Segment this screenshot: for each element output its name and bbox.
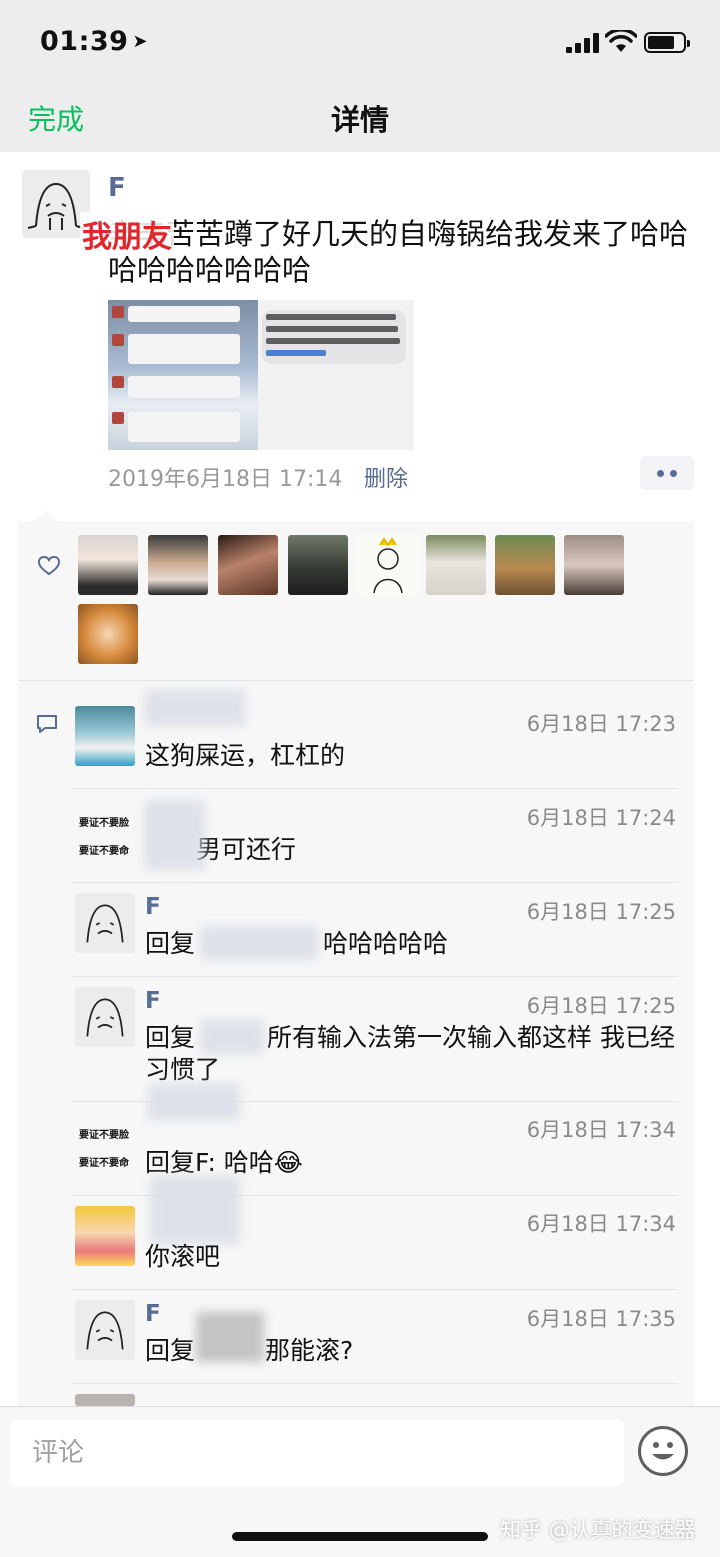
- ghost-avatar-icon: [75, 893, 135, 953]
- likes-divider: [18, 680, 694, 681]
- comment-text: 男可还行: [196, 835, 297, 864]
- redacted-name: [200, 1020, 264, 1054]
- like-avatar[interactable]: [495, 535, 555, 595]
- heart-icon: [38, 556, 60, 576]
- like-avatar[interactable]: [78, 604, 138, 664]
- cartoon-face-icon: [373, 537, 403, 594]
- comment-divider: [72, 1383, 678, 1384]
- comment-time: 6月18日 17:24: [526, 806, 676, 830]
- smiley-icon: [652, 1442, 674, 1460]
- comment-author[interactable]: F: [145, 988, 161, 1014]
- comment-time: 6月18日 17:34: [526, 1212, 676, 1236]
- comment-avatar-ghost[interactable]: [75, 893, 135, 953]
- comment-avatar[interactable]: [75, 706, 135, 766]
- comment-time: 6月18日 17:35: [526, 1307, 676, 1331]
- location-arrow-icon: ➤: [132, 31, 149, 52]
- comment-icon: [37, 715, 57, 733]
- battery-icon: [644, 32, 690, 53]
- comment-avatar-ghost[interactable]: [75, 987, 135, 1047]
- more-actions-button[interactable]: [640, 456, 694, 490]
- comment-text: 你滚吧: [145, 1242, 221, 1271]
- redacted-name: [200, 926, 318, 960]
- page-title: 详情: [330, 103, 389, 137]
- comment-time: 6月18日 17:23: [526, 712, 676, 736]
- comment-divider: [72, 1289, 678, 1290]
- comment-avatar-ghost[interactable]: [75, 1300, 135, 1360]
- comment-author[interactable]: F: [145, 1301, 161, 1327]
- like-avatar[interactable]: [78, 535, 138, 595]
- redacted-name: [145, 800, 205, 870]
- comment-avatar[interactable]: [75, 1394, 135, 1406]
- post-image-sms-screenshot[interactable]: [258, 300, 414, 450]
- emoji-button[interactable]: [638, 1426, 688, 1476]
- ghost-avatar-icon: [75, 1300, 135, 1360]
- redacted-name: [150, 1176, 240, 1244]
- post-overlay-caption: 我朋友: [80, 212, 174, 256]
- cellular-signal-icon: [566, 33, 600, 53]
- post-text: 辛辛苦苦蹲了好几天的自嗨锅给我发来了哈哈哈哈哈哈哈哈哈: [108, 217, 689, 287]
- redacted-name: [196, 1312, 264, 1362]
- redacted-name: [145, 690, 245, 726]
- comment-text: 这狗屎运，杠杠的: [145, 741, 346, 770]
- watermark: 知乎 @认真的变速器: [500, 1518, 696, 1542]
- comment-author[interactable]: F: [145, 894, 161, 920]
- comment-avatar[interactable]: 要证不要脸 要证不要命: [75, 800, 135, 860]
- redacted-name: [148, 1084, 240, 1120]
- like-avatar[interactable]: [148, 535, 208, 595]
- comment-text: 回复F: 哈哈😂: [145, 1148, 304, 1177]
- comment-avatar[interactable]: [75, 1206, 135, 1266]
- comment-time: 6月18日 17:25: [526, 994, 676, 1018]
- ghost-avatar-icon: [75, 987, 135, 1047]
- like-avatar[interactable]: [358, 535, 418, 595]
- comment-divider: [72, 976, 678, 977]
- status-time: 01:39 ➤: [40, 26, 149, 57]
- post-image-chat-screenshot[interactable]: [108, 300, 258, 450]
- wifi-icon: [605, 30, 637, 52]
- comment-time: 6月18日 17:34: [526, 1118, 676, 1142]
- like-avatar[interactable]: [564, 535, 624, 595]
- like-avatar[interactable]: [218, 535, 278, 595]
- home-indicator[interactable]: [232, 1532, 488, 1541]
- comment-time: 6月18日 17:25: [526, 900, 676, 924]
- post-author-name[interactable]: F: [108, 173, 126, 203]
- comment-divider: [72, 882, 678, 883]
- post-timestamp: 2019年6月18日 17:14: [108, 467, 343, 492]
- comment-divider: [72, 788, 678, 789]
- delete-button[interactable]: 删除: [364, 461, 408, 493]
- like-avatar[interactable]: [426, 535, 486, 595]
- comment-input[interactable]: [10, 1420, 624, 1486]
- like-avatar[interactable]: [288, 535, 348, 595]
- comment-avatar[interactable]: 要证不要脸 要证不要命: [75, 1112, 135, 1172]
